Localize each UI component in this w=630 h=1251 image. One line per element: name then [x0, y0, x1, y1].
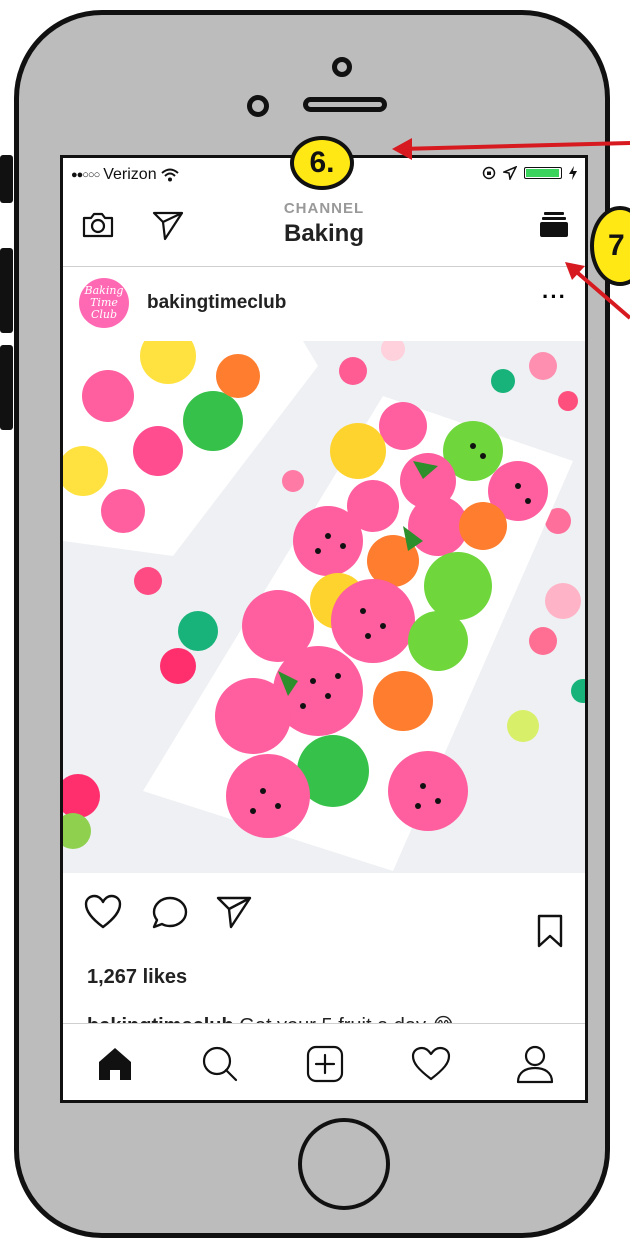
annotation-badge-6: 6.	[290, 136, 354, 190]
